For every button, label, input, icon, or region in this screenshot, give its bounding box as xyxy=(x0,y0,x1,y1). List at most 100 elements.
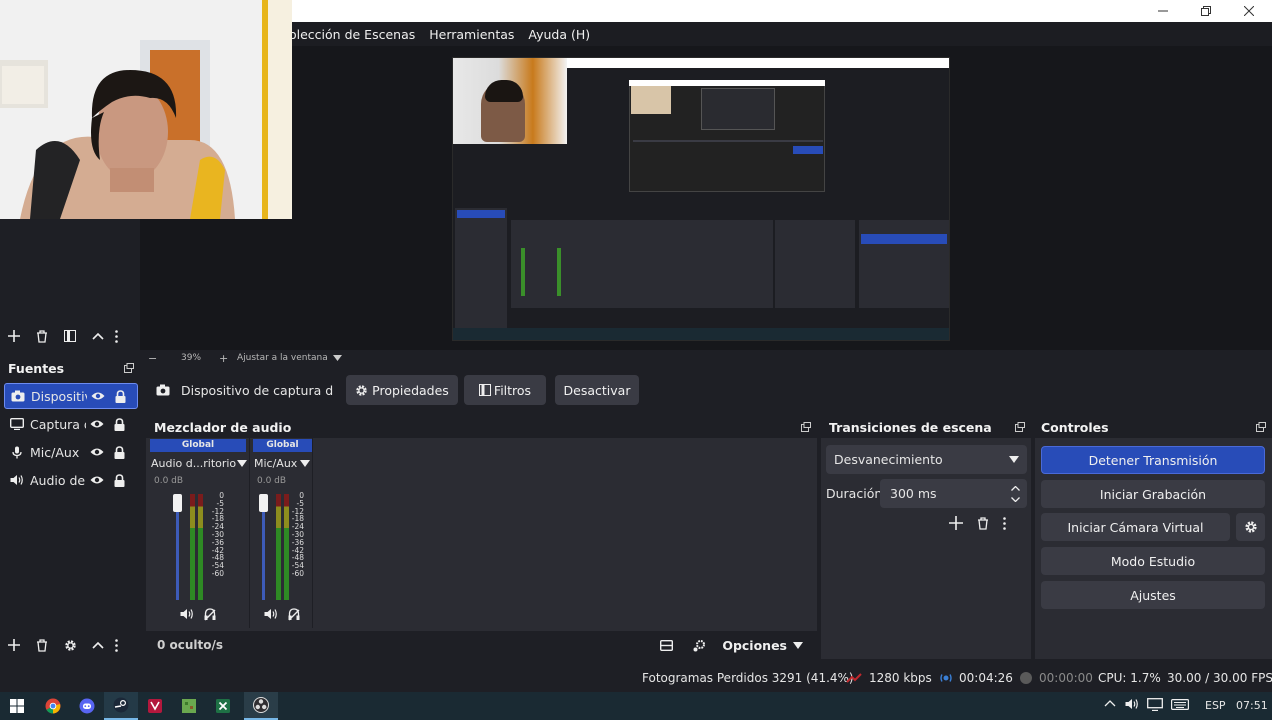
taskbar-app[interactable] xyxy=(138,692,172,720)
meter-scale: 0 -5 -12 -18 -24 -30 -36 -42 -48 -54 -60 xyxy=(211,491,224,578)
meter-bar xyxy=(190,494,195,600)
recording-icon xyxy=(1020,672,1032,684)
eye-icon[interactable] xyxy=(91,391,105,401)
menu-help[interactable]: Ayuda (H) xyxy=(528,27,590,42)
taskbar-obs[interactable] xyxy=(244,692,278,720)
remove-scene-button[interactable] xyxy=(28,322,56,350)
taskbar-chrome[interactable] xyxy=(36,692,70,720)
minimize-button[interactable] xyxy=(1143,0,1183,22)
source-up-button[interactable] xyxy=(84,631,112,659)
taskbar-steam[interactable] xyxy=(104,692,138,720)
fit-window-label[interactable]: Ajustar a la ventana xyxy=(237,353,333,363)
source-item-1[interactable]: Captura d xyxy=(4,411,138,437)
eye-icon[interactable] xyxy=(90,475,104,485)
streaming-icon xyxy=(939,672,953,684)
source-item-3[interactable]: Audio del xyxy=(4,467,138,493)
start-recording-button[interactable]: Iniciar Grabación xyxy=(1041,480,1265,508)
start-button[interactable] xyxy=(0,692,34,720)
add-scene-button[interactable] xyxy=(0,322,28,350)
trash-icon xyxy=(37,638,47,652)
lock-icon[interactable] xyxy=(115,389,126,403)
chrome-icon xyxy=(45,698,61,714)
plus-icon[interactable] xyxy=(949,516,963,530)
chevron-down-icon[interactable] xyxy=(793,641,803,649)
eye-icon[interactable] xyxy=(90,447,104,457)
keyboard-icon[interactable] xyxy=(1171,699,1189,710)
clock[interactable]: 07:51 xyxy=(1236,699,1268,712)
volume-icon[interactable] xyxy=(1125,698,1139,710)
channel-name-dropdown[interactable]: Mic/Aux xyxy=(254,455,314,471)
transition-tools xyxy=(949,516,1006,530)
options-button[interactable]: Opciones xyxy=(722,638,787,653)
deactivate-button[interactable]: Desactivar xyxy=(555,375,639,405)
network-icon[interactable] xyxy=(1147,698,1163,711)
plus-icon xyxy=(8,639,20,651)
chevron-down-icon xyxy=(1009,456,1019,463)
remove-source-button[interactable] xyxy=(28,631,56,659)
mute-button[interactable] xyxy=(264,608,278,620)
volume-slider-handle[interactable] xyxy=(259,494,268,512)
maximize-button[interactable] xyxy=(1186,0,1226,22)
channel-name-dropdown[interactable]: Audio d...ritorio xyxy=(151,455,251,471)
source-item-2[interactable]: Mic/Aux xyxy=(4,439,138,465)
menu-tools[interactable]: Herramientas xyxy=(429,27,514,42)
properties-button[interactable]: Propiedades xyxy=(346,375,458,405)
add-source-button[interactable] xyxy=(0,631,28,659)
monitor-off-button[interactable] xyxy=(204,608,216,621)
more-icon[interactable] xyxy=(1003,516,1006,530)
filter-icon xyxy=(478,384,491,396)
close-button[interactable] xyxy=(1229,0,1269,22)
scene-filters-button[interactable] xyxy=(56,322,84,350)
spin-up-icon[interactable] xyxy=(1010,485,1020,491)
virtual-camera-button[interactable]: Iniciar Cámara Virtual xyxy=(1041,513,1230,541)
filters-label: Filtros xyxy=(493,382,532,398)
taskbar-discord[interactable] xyxy=(70,692,104,720)
zoom-in-button[interactable]: + xyxy=(219,352,237,365)
spin-down-icon[interactable] xyxy=(1010,496,1020,502)
duration-spinbox[interactable]: 300 ms xyxy=(880,479,1027,508)
gear-icon xyxy=(356,384,367,396)
sources-title: Fuentes xyxy=(8,360,65,376)
language-indicator[interactable]: ESP xyxy=(1205,699,1226,712)
menu-scene-collection[interactable]: olección de Escenas xyxy=(289,27,415,42)
speaker-icon xyxy=(264,609,277,619)
source-properties-button[interactable] xyxy=(56,631,84,659)
chevron-down-icon[interactable] xyxy=(333,354,343,362)
lock-icon[interactable] xyxy=(114,445,125,459)
virtual-camera-settings-button[interactable] xyxy=(1236,513,1265,541)
trash-icon[interactable] xyxy=(977,516,989,530)
transitions-header: Transiciones de escena xyxy=(821,416,1031,438)
eye-icon[interactable] xyxy=(90,419,104,429)
monitor-icon xyxy=(10,418,24,430)
source-name: Mic/Aux xyxy=(30,444,80,460)
undock-icon[interactable] xyxy=(1256,422,1266,432)
taskbar-app[interactable] xyxy=(172,692,206,720)
studio-mode-button[interactable]: Modo Estudio xyxy=(1041,547,1265,575)
restore-icon xyxy=(1201,6,1211,16)
transition-select[interactable]: Desvanecimiento xyxy=(826,445,1027,474)
lock-icon[interactable] xyxy=(114,473,125,487)
source-item-0[interactable]: Dispositiv xyxy=(4,383,138,409)
channel-name: Mic/Aux xyxy=(254,456,298,470)
filters-button[interactable]: Filtros xyxy=(464,375,546,405)
zoom-out-button[interactable]: − xyxy=(148,352,170,365)
advanced-audio-icon[interactable] xyxy=(693,639,706,652)
settings-button[interactable]: Ajustes xyxy=(1041,581,1265,609)
more-icon[interactable] xyxy=(112,638,120,652)
meter-bar xyxy=(198,494,203,600)
undock-icon[interactable] xyxy=(1015,422,1025,432)
volume-slider-handle[interactable] xyxy=(173,494,182,512)
undock-icon[interactable] xyxy=(801,422,811,432)
obs-icon xyxy=(253,697,269,713)
lock-icon[interactable] xyxy=(114,417,125,431)
taskbar-excel[interactable] xyxy=(206,692,240,720)
windows-icon xyxy=(10,699,24,713)
more-icon[interactable] xyxy=(112,329,120,343)
monitor-off-button[interactable] xyxy=(288,608,300,621)
undock-icon[interactable] xyxy=(124,363,134,373)
chevron-up-icon[interactable] xyxy=(1104,699,1116,707)
stop-stream-button[interactable]: Detener Transmisión xyxy=(1041,446,1265,474)
scene-up-button[interactable] xyxy=(84,322,112,350)
mute-button[interactable] xyxy=(180,608,194,620)
layout-toggle-icon[interactable] xyxy=(660,639,674,651)
